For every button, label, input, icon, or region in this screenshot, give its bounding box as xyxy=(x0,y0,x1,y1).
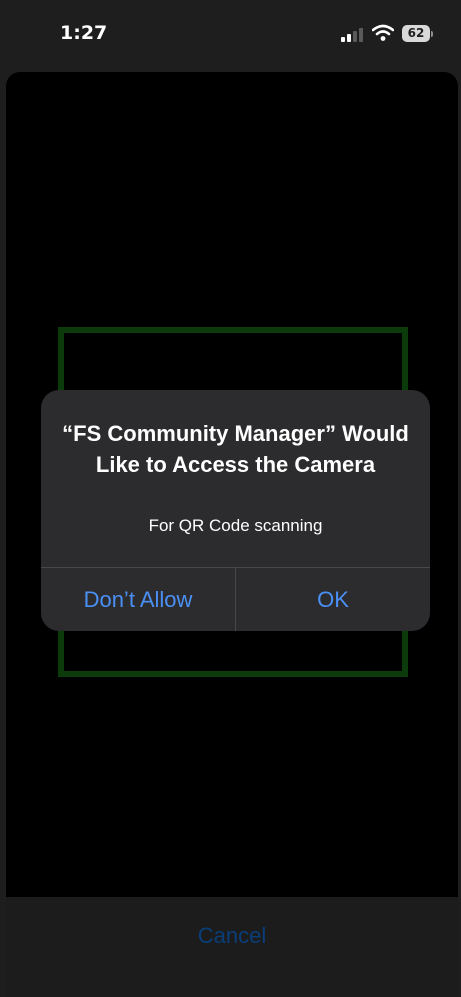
ok-button[interactable]: OK xyxy=(236,568,430,631)
cancel-button[interactable]: Cancel xyxy=(6,923,458,949)
dont-allow-button[interactable]: Don’t Allow xyxy=(41,568,235,631)
cellular-signal-icon xyxy=(341,28,363,42)
alert-message: For QR Code scanning xyxy=(148,516,323,535)
wifi-icon xyxy=(372,24,394,41)
cancel-bar: Cancel xyxy=(6,897,458,997)
camera-permission-alert: “FS Community Manager” Would Like to Acc… xyxy=(41,390,430,631)
battery-level: 62 xyxy=(402,25,430,42)
alert-title: “FS Community Manager” Would Like to Acc… xyxy=(62,421,409,477)
status-bar: 1:27 62 xyxy=(0,0,461,70)
battery-icon xyxy=(431,31,433,37)
status-time: 1:27 xyxy=(60,22,108,44)
